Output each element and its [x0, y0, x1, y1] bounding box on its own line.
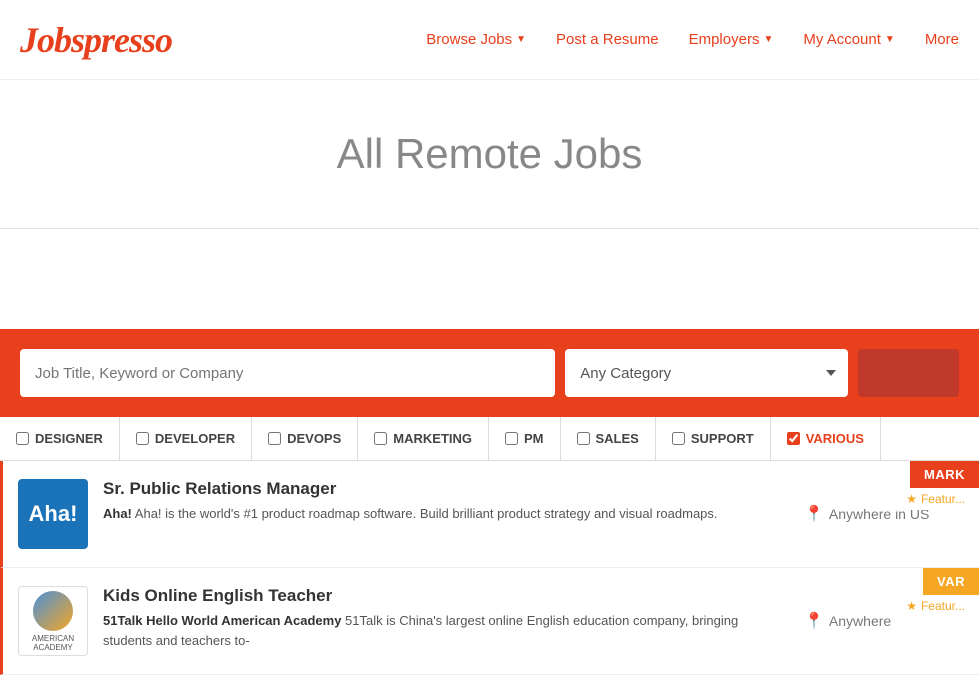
- filter-sales-checkbox[interactable]: [577, 432, 590, 445]
- ad-area: [0, 249, 979, 329]
- badge-category: MARK: [910, 461, 979, 488]
- nav-employers[interactable]: Employers ▼: [689, 31, 774, 48]
- job-item[interactable]: Aha! Sr. Public Relations Manager Aha! A…: [0, 461, 979, 568]
- badge-featured: ★ Featur...: [892, 595, 979, 617]
- filter-marketing[interactable]: MARKETING: [358, 417, 489, 460]
- job-title[interactable]: Kids Online English Teacher: [103, 586, 789, 606]
- job-title[interactable]: Sr. Public Relations Manager: [103, 479, 789, 499]
- nav-more[interactable]: More: [925, 31, 959, 48]
- filter-support[interactable]: SUPPORT: [656, 417, 771, 460]
- filter-pm-checkbox[interactable]: [505, 432, 518, 445]
- browse-jobs-chevron-icon: ▼: [516, 34, 526, 45]
- job-description: Aha! is the world's #1 product roadmap s…: [135, 506, 718, 521]
- page-title: All Remote Jobs: [20, 130, 959, 178]
- filter-designer[interactable]: DESIGNER: [0, 417, 120, 460]
- filter-designer-checkbox[interactable]: [16, 432, 29, 445]
- job-badge: VAR ★ Featur...: [892, 568, 979, 617]
- hero-section: All Remote Jobs: [0, 80, 979, 208]
- site-logo[interactable]: Jobspresso: [20, 19, 172, 61]
- star-icon: ★: [906, 599, 917, 613]
- job-content: Kids Online English Teacher 51Talk Hello…: [103, 586, 789, 650]
- filter-devops-checkbox[interactable]: [268, 432, 281, 445]
- hero-divider: [0, 228, 979, 229]
- job-company: 51Talk Hello World American Academy 51Ta…: [103, 611, 789, 650]
- search-section: Any Category Design Development DevOps M…: [0, 329, 979, 417]
- jobs-container: Aha! Sr. Public Relations Manager Aha! A…: [0, 461, 979, 675]
- logo-label: AMERICANACADEMY: [32, 634, 74, 652]
- filter-support-checkbox[interactable]: [672, 432, 685, 445]
- job-company: Aha! Aha! is the world's #1 product road…: [103, 504, 789, 524]
- location-pin-icon: 📍: [804, 611, 824, 631]
- filter-tabs: DESIGNER DEVELOPER DEVOPS MARKETING PM S…: [0, 417, 979, 461]
- filter-pm[interactable]: PM: [489, 417, 561, 460]
- company-name: Aha!: [103, 506, 132, 521]
- employers-chevron-icon: ▼: [763, 34, 773, 45]
- location-pin-icon: 📍: [804, 504, 824, 524]
- company-name: 51Talk Hello World American Academy: [103, 613, 341, 628]
- filter-devops[interactable]: DEVOPS: [252, 417, 358, 460]
- nav-post-resume[interactable]: Post a Resume: [556, 31, 659, 48]
- search-button[interactable]: [858, 349, 959, 397]
- filter-marketing-checkbox[interactable]: [374, 432, 387, 445]
- nav-my-account[interactable]: My Account ▼: [803, 31, 894, 48]
- category-select[interactable]: Any Category Design Development DevOps M…: [565, 349, 848, 397]
- filter-various-checkbox[interactable]: [787, 432, 800, 445]
- badge-featured: ★ Featur...: [892, 488, 979, 510]
- filter-developer-checkbox[interactable]: [136, 432, 149, 445]
- job-item[interactable]: AMERICANACADEMY Kids Online English Teac…: [0, 568, 979, 675]
- job-content: Sr. Public Relations Manager Aha! Aha! i…: [103, 479, 789, 524]
- main-nav: Browse Jobs ▼ Post a Resume Employers ▼ …: [426, 31, 959, 48]
- job-logo: AMERICANACADEMY: [18, 586, 88, 656]
- my-account-chevron-icon: ▼: [885, 34, 895, 45]
- logo-circle: [33, 591, 73, 631]
- job-badge: MARK ★ Featur...: [892, 461, 979, 510]
- filter-developer[interactable]: DEVELOPER: [120, 417, 252, 460]
- badge-category: VAR: [923, 568, 979, 595]
- filter-various[interactable]: VARIOUS: [771, 417, 881, 460]
- search-input[interactable]: [20, 349, 555, 397]
- header: Jobspresso Browse Jobs ▼ Post a Resume E…: [0, 0, 979, 80]
- star-icon: ★: [906, 492, 917, 506]
- nav-browse-jobs[interactable]: Browse Jobs ▼: [426, 31, 526, 48]
- filter-sales[interactable]: SALES: [561, 417, 656, 460]
- job-logo: Aha!: [18, 479, 88, 549]
